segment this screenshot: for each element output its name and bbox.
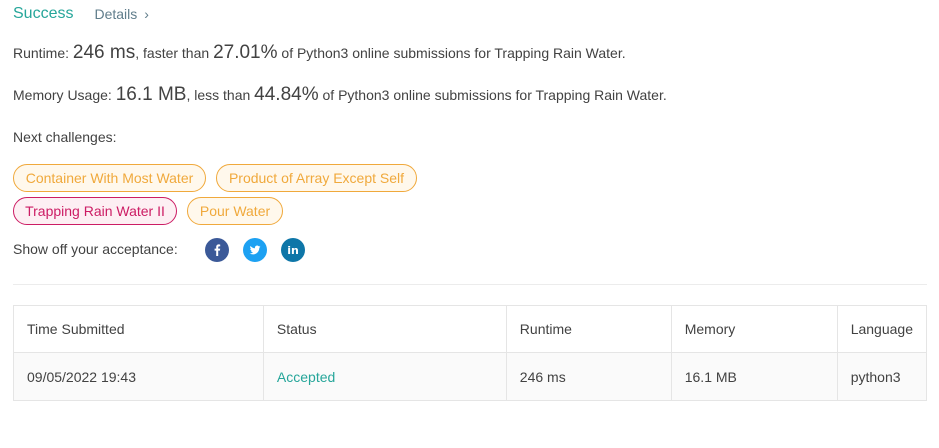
memory-suffix: of Python3 online submissions for Trappi… <box>318 87 667 103</box>
memory-comparison: , less than <box>186 87 255 103</box>
column-header: Language <box>836 305 928 353</box>
runtime-comparison: , faster than <box>135 45 214 61</box>
facebook-icon[interactable] <box>205 238 229 262</box>
column-header: Status <box>262 305 507 353</box>
challenge-chip[interactable]: Trapping Rain Water II <box>13 197 177 225</box>
column-header: Runtime <box>505 305 672 353</box>
column-header: Time Submitted <box>13 305 264 353</box>
challenge-chip[interactable]: Container With Most Water <box>13 164 206 192</box>
details-link[interactable]: Details › <box>94 6 148 22</box>
status-title: Success <box>13 5 74 22</box>
details-label: Details <box>94 6 138 22</box>
submissions-table: Time Submitted Status Runtime Memory Lan… <box>13 305 928 401</box>
result-header: Success Details › <box>13 4 149 24</box>
next-challenges-label: Next challenges: <box>13 129 117 145</box>
runtime-suffix: of Python3 online submissions for Trappi… <box>277 45 626 61</box>
memory-summary: Memory Usage: 16.1 MB, less than 44.84% … <box>13 84 667 106</box>
language-cell: python3 <box>836 352 928 401</box>
divider <box>13 284 927 285</box>
memory-cell: 16.1 MB <box>670 352 838 401</box>
time-submitted-cell: 09/05/2022 19:43 <box>13 352 264 401</box>
column-header: Memory <box>670 305 838 353</box>
runtime-summary: Runtime: 246 ms, faster than 27.01% of P… <box>13 42 626 64</box>
status-link[interactable]: Accepted <box>262 352 507 401</box>
memory-percent: 44.84% <box>254 84 319 105</box>
chevron-right-icon: › <box>144 6 149 22</box>
runtime-cell: 246 ms <box>505 352 672 401</box>
runtime-label: Runtime: <box>13 45 73 61</box>
challenge-chip[interactable]: Product of Array Except Self <box>216 164 417 192</box>
twitter-icon[interactable] <box>243 238 267 262</box>
challenge-chip[interactable]: Pour Water <box>187 197 283 225</box>
memory-value: 16.1 MB <box>115 84 187 105</box>
linkedin-icon[interactable]: in <box>281 238 305 262</box>
table-row: 09/05/2022 19:43 Accepted 246 ms 16.1 MB… <box>13 352 928 401</box>
runtime-value: 246 ms <box>72 42 136 63</box>
runtime-percent: 27.01% <box>213 42 278 63</box>
table-header-row: Time Submitted Status Runtime Memory Lan… <box>13 305 928 353</box>
memory-label: Memory Usage: <box>13 87 116 103</box>
share-label: Show off your acceptance: <box>13 241 178 257</box>
